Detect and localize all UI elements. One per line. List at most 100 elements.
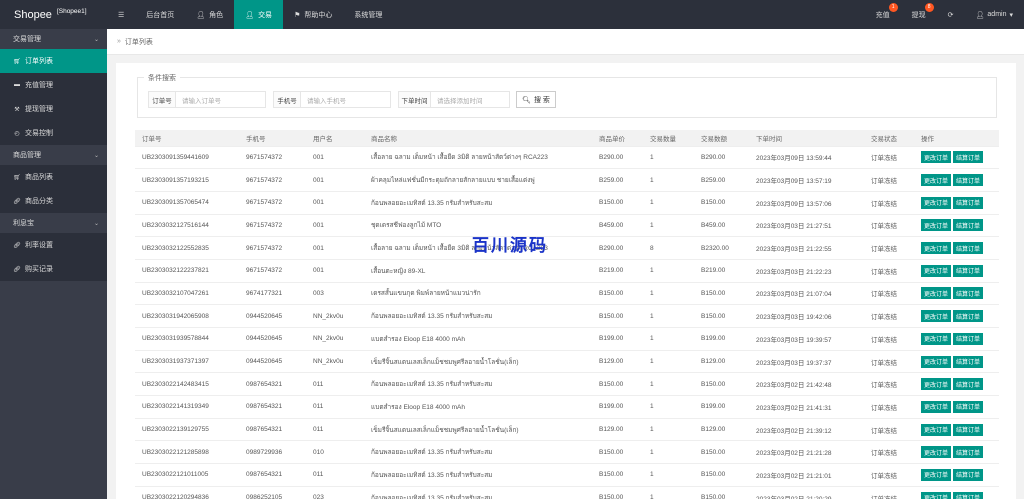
sidebar-item-label: 购买记录 [25,266,53,273]
edit-order-button[interactable]: 更改订单 [921,446,952,459]
edit-order-button[interactable]: 更改订单 [921,423,952,436]
sidebar-item-2-0[interactable]: 🔗︎ 利率设置 [0,233,107,257]
edit-order-button[interactable]: 更改订单 [921,378,952,391]
edit-order-button[interactable]: 更改订单 [921,400,952,413]
table-cell: 2023年03月03日 21:27:51 [749,213,864,237]
sidebar-item-1-0[interactable]: 🛒︎ 商品列表 [0,165,107,189]
phone-input[interactable]: 请输入手机号 [301,92,390,107]
sidebar-group-2[interactable]: 利息宝 ⌄ [0,213,107,233]
table-cell: UB2303031939578844 [135,327,239,351]
table-cell: B199.00 [694,395,749,419]
table-cell: 1 [643,440,694,464]
sidebar-item-2-1[interactable]: 🔗︎ 购买记录 [0,257,107,281]
settle-order-button[interactable]: 结算订单 [953,219,984,232]
sidebar-item-1-1[interactable]: 🔗︎ 商品分类 [0,189,107,213]
edit-order-button[interactable]: 更改订单 [921,332,952,345]
sidebar-item-0-0[interactable]: 🛒︎ 订单列表 [0,49,107,73]
topnav-item-4[interactable]: 系统管理 [343,0,393,29]
settle-order-button[interactable]: 结算订单 [953,264,984,277]
table-cell: เสื้อนตะหญิง 89-XL [364,258,592,283]
settle-order-button[interactable]: 结算订单 [953,242,984,255]
table-cell: ก้อนพลอยอะเมทิสต์ 13.35 กรัมสำหรับสะสม [364,372,592,396]
settle-order-button[interactable]: 结算订单 [953,491,984,499]
edit-order-button[interactable]: 更改订单 [921,491,952,499]
table-cell: 2023年03月09日 13:57:06 [749,190,864,215]
settle-order-button[interactable]: 结算订单 [953,423,984,436]
settle-order-button[interactable]: 结算订单 [953,151,984,164]
settle-order-button[interactable]: 结算订单 [953,446,984,459]
table-cell: UB2303022142483415 [135,372,239,396]
table-cell: ก้อนพลอยอะเมทิสต์ 13.35 กรัมสำหรับสะสม [364,463,592,487]
table-cell: 0944520645 [239,304,306,328]
edit-order-button[interactable]: 更改订单 [921,310,952,323]
table-cell: 9674177321 [239,281,306,305]
withdraw-badge: 8 [924,3,934,12]
search-legend: 条件搜索 [144,73,180,83]
topnav-item-3[interactable]: ⚑ 帮助中心 [283,0,343,29]
table-cell: UB2303031937371397 [135,349,239,373]
settle-order-button[interactable]: 结算订单 [953,332,984,345]
flag-icon: ⚑ [294,11,301,19]
column-header: 交易数额 [694,130,749,146]
table-cell: 订单冻结 [864,485,914,499]
table-cell: B150.00 [592,372,643,396]
table-cell: B150.00 [694,190,749,215]
edit-order-button[interactable]: 更改订单 [921,219,952,232]
recharge-button[interactable]: 充值 1 [865,0,901,29]
table-cell: 1 [643,304,694,328]
withdraw-button[interactable]: 提现 8 [901,0,937,29]
menu-toggle-button[interactable]: ☰ [107,0,135,29]
edit-order-button[interactable]: 更改订单 [921,355,952,368]
table-cell: UB2303091359441609 [135,145,239,169]
logo[interactable]: Shopee [Shopee1] [0,0,107,29]
table-cell: 订单冻结 [864,145,914,169]
table-cell: 2023年03月09日 13:59:44 [749,145,864,169]
edit-order-button[interactable]: 更改订单 [921,264,952,277]
edit-order-button[interactable]: 更改订单 [921,196,952,209]
order-time-field: 下单时间 请选择添加时间 [398,91,510,108]
sidebar-group-1[interactable]: 商品管理 ⌄ [0,145,107,165]
table-actions: 更改订单结算订单 [914,327,999,351]
content-panel: 条件搜索 订单号 请输入订单号 手机号 请输入手机号 下单时间 请选择添加时间 … [116,63,1016,499]
user-menu[interactable]: 👤︎ admin ▾ [965,0,1024,29]
sidebar-group-0[interactable]: 交易管理 ⌄ [0,29,107,49]
table-row: UB2303022120294836 0986252105 023 ก้อนพลอยอ… [135,485,999,499]
refresh-button[interactable]: ⟳ [937,0,965,29]
settle-order-button[interactable]: 结算订单 [953,355,984,368]
edit-order-button[interactable]: 更改订单 [921,174,952,187]
order-time-label: 下单时间 [399,92,431,107]
edit-order-button[interactable]: 更改订单 [921,287,952,300]
sidebar: 交易管理 ⌄ 🛒︎ 订单列表 ▬ 充值管理 ⚒ 提现管理 ◴ 交易控制 商品管理 ⌄ 🛒︎ 商品列表 🔗︎ 商… [0,29,107,499]
sidebar-item-0-1[interactable]: ▬ 充值管理 [0,73,107,97]
table-cell: 2023年03月02日 21:21:28 [749,440,864,464]
edit-order-button[interactable]: 更改订单 [921,468,952,481]
sidebar-item-0-2[interactable]: ⚒ 提现管理 [0,97,107,121]
table-cell: 9671574372 [239,258,306,283]
topnav-item-0[interactable]: 后台首页 [135,0,185,29]
table-cell: 2023年03月02日 21:42:48 [749,372,864,396]
table-cell: UB2303032122237821 [135,258,239,283]
recharge-label: 充值 [875,11,890,19]
edit-order-button[interactable]: 更改订单 [921,242,952,255]
settle-order-button[interactable]: 结算订单 [953,174,984,187]
table-cell: 0987654321 [239,463,306,487]
column-header: 商品单价 [592,130,643,146]
table-cell: 0987654321 [239,372,306,396]
search-button[interactable]: 🔍︎ 搜 索 [516,91,556,108]
settle-order-button[interactable]: 结算订单 [953,310,984,323]
sidebar-item-label: 商品列表 [25,174,53,181]
settle-order-button[interactable]: 结算订单 [953,468,984,481]
settle-order-button[interactable]: 结算订单 [953,287,984,300]
table-row: UB2303022121011005 0987654321 011 ก้อนพลอยอ… [135,463,999,487]
topnav-item-1[interactable]: 👤︎ 角色 [185,0,234,29]
edit-order-button[interactable]: 更改订单 [921,151,952,164]
order-no-input[interactable]: 请输入订单号 [176,92,265,107]
settle-order-button[interactable]: 结算订单 [953,378,984,391]
table-cell: 1 [643,485,694,499]
order-time-input[interactable]: 请选择添加时间 [431,92,509,107]
topnav-item-2[interactable]: 👤︎ 交易 [234,0,284,29]
settle-order-button[interactable]: 结算订单 [953,196,984,209]
table-row: UB2303022121285898 0989729936 010 ก้อนพลอยอ… [135,440,999,464]
settle-order-button[interactable]: 结算订单 [953,400,984,413]
sidebar-item-0-3[interactable]: ◴ 交易控制 [0,121,107,145]
